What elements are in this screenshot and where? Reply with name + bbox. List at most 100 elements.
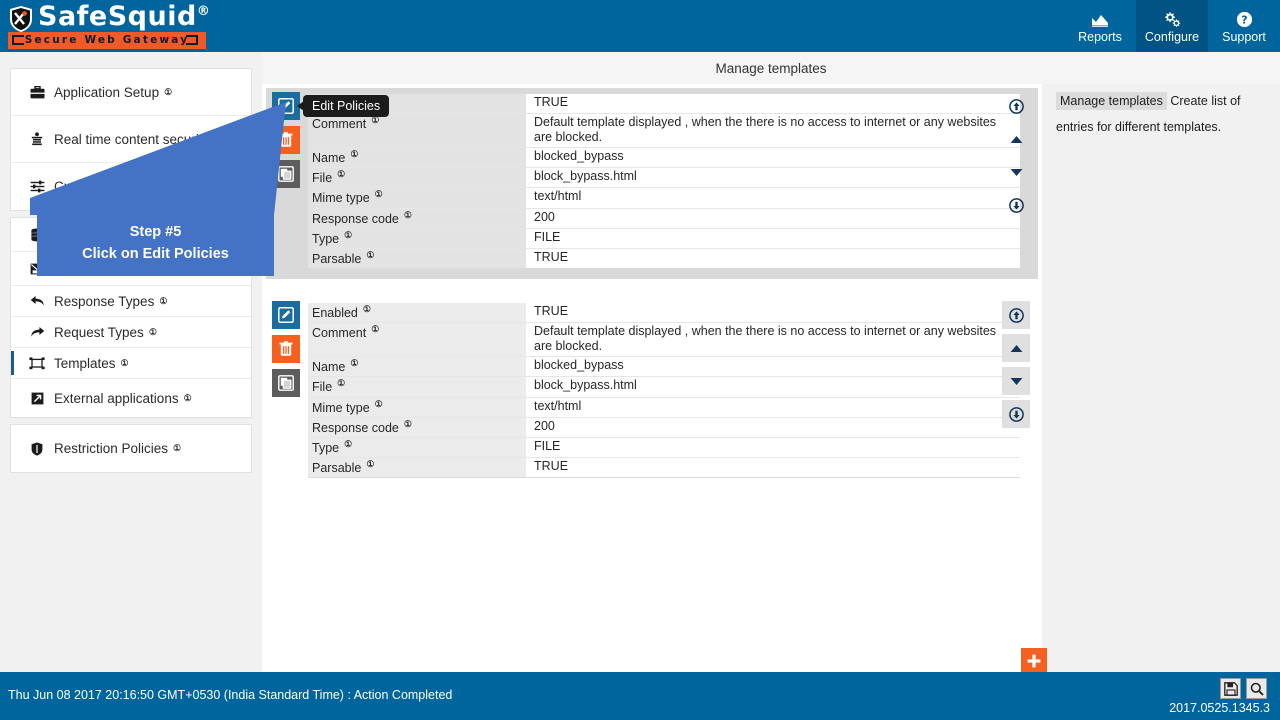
move-up-button[interactable] xyxy=(1002,334,1030,363)
field-row: Comment ① Default template displayed , wh… xyxy=(308,323,1020,358)
callout-instruction: Click on Edit Policies xyxy=(82,245,229,262)
move-to-bottom-button[interactable] xyxy=(1002,191,1030,219)
sidebar-item-request-types[interactable]: Request Types ① xyxy=(11,317,251,348)
nav-item-reports[interactable]: Reports xyxy=(1064,0,1136,52)
field-row: File ① block_bypass.html xyxy=(308,168,1020,189)
field-key: Response code ① xyxy=(308,208,526,228)
top-bar: SafeSquid® Secure Web Gateway Reports Co… xyxy=(0,0,1280,52)
arrow-back-icon xyxy=(27,295,47,307)
footer-bar: Thu Jun 08 2017 20:16:50 GMT+0530 (India… xyxy=(0,672,1280,720)
info-superscript[interactable]: ① xyxy=(149,327,157,338)
templates-icon xyxy=(27,356,47,370)
info-superscript[interactable]: ① xyxy=(164,87,172,98)
sidebar-item-restriction-policies[interactable]: Restriction Policies ① xyxy=(11,425,251,472)
field-key: Name ① xyxy=(308,357,526,377)
info-superscript[interactable]: ① xyxy=(366,459,374,469)
move-to-bottom-button[interactable] xyxy=(1002,400,1030,429)
field-row: File ① block_bypass.html xyxy=(308,377,1020,398)
info-superscript[interactable]: ① xyxy=(344,230,352,240)
info-superscript[interactable]: ① xyxy=(344,439,352,449)
move-to-top-button[interactable] xyxy=(1002,92,1030,120)
info-superscript[interactable]: ① xyxy=(173,443,181,454)
field-row: Enabled① TRUE xyxy=(308,94,1020,115)
record-row: Enabled① TRUE Comment① Default template … xyxy=(266,297,1038,488)
briefcase-icon xyxy=(27,85,47,99)
field-row: Response code ① 200 xyxy=(308,208,1020,229)
footer-icon-group xyxy=(1220,678,1267,699)
nav-label-configure: Configure xyxy=(1144,30,1200,44)
sidebar-item-response-types[interactable]: Response Types ① xyxy=(11,286,251,317)
info-superscript[interactable]: ① xyxy=(159,296,167,307)
field-row: Mime type ① text/html xyxy=(308,188,1020,209)
add-entry-button[interactable] xyxy=(1021,648,1047,674)
band-cap-left xyxy=(12,35,24,45)
sidebar-item-templates[interactable]: Templates ① xyxy=(11,348,251,379)
nav-item-configure[interactable]: Configure xyxy=(1136,0,1208,52)
info-superscript[interactable]: ① xyxy=(371,324,379,334)
info-superscript[interactable]: ① xyxy=(375,399,383,409)
registered-mark: ® xyxy=(196,4,211,19)
field-value: TRUE xyxy=(526,94,1020,114)
move-down-button[interactable] xyxy=(1002,367,1030,396)
status-message: Thu Jun 08 2017 20:16:50 GMT+0530 (India… xyxy=(8,688,453,702)
field-key: File ① xyxy=(308,377,526,397)
info-superscript[interactable]: ① xyxy=(363,304,371,314)
field-value: text/html xyxy=(526,188,1020,208)
plus-icon xyxy=(1027,654,1041,668)
nav-item-support[interactable]: ? Support xyxy=(1208,0,1280,52)
info-superscript[interactable]: ① xyxy=(404,210,412,220)
info-superscript[interactable]: ① xyxy=(404,419,412,429)
info-superscript[interactable]: ① xyxy=(350,358,358,368)
info-superscript[interactable]: ① xyxy=(350,149,358,159)
field-key: Comment ① xyxy=(308,323,526,357)
brand-logo[interactable]: SafeSquid® Secure Web Gateway xyxy=(4,0,211,52)
field-row: Comment ① Default template displayed , wh… xyxy=(308,114,1020,149)
help-keyword: Manage templates xyxy=(1056,92,1167,110)
search-icon[interactable] xyxy=(1246,678,1267,699)
record-order-buttons xyxy=(1002,301,1032,433)
info-superscript[interactable]: ① xyxy=(184,393,192,404)
info-superscript[interactable]: ① xyxy=(121,358,129,369)
info-superscript[interactable]: ① xyxy=(337,169,345,179)
field-row: Parsable ① TRUE xyxy=(308,458,1020,479)
field-value: block_bypass.html xyxy=(526,168,1020,188)
field-value: 200 xyxy=(526,208,1020,228)
move-up-button[interactable] xyxy=(1002,125,1030,153)
save-icon[interactable] xyxy=(1220,678,1241,699)
sidebar-label-restriction-policies: Restriction Policies xyxy=(54,441,169,456)
sidebar-label-templates: Templates xyxy=(54,355,116,371)
field-row: Enabled① TRUE xyxy=(308,303,1020,324)
external-app-icon xyxy=(27,392,47,405)
field-key: File ① xyxy=(308,168,526,188)
field-value: 200 xyxy=(526,417,1020,437)
edit-policies-button[interactable] xyxy=(272,301,300,330)
field-value: TRUE xyxy=(526,458,1020,478)
sidebar-group-3: Restriction Policies ① xyxy=(10,424,252,473)
question-circle-icon: ? xyxy=(1236,10,1253,29)
info-superscript[interactable]: ① xyxy=(337,378,345,388)
record-order-buttons xyxy=(1002,92,1032,224)
page-title-bar: Manage templates xyxy=(262,52,1280,84)
band-cap-right xyxy=(186,35,198,45)
callout-step-label: Step #5 xyxy=(129,223,182,240)
field-value: FILE xyxy=(526,228,1020,248)
move-to-top-button[interactable] xyxy=(1002,301,1030,330)
field-value: FILE xyxy=(526,437,1020,458)
field-value: Default template displayed , when the th… xyxy=(526,114,1020,148)
info-superscript[interactable]: ① xyxy=(375,189,383,199)
field-value: block_bypass.html xyxy=(526,377,1020,397)
record-action-buttons xyxy=(272,301,302,403)
field-row: Name ① blocked_bypass xyxy=(308,148,1020,169)
info-superscript[interactable]: ① xyxy=(366,250,374,260)
copy-button[interactable] xyxy=(272,369,300,398)
field-key: Name ① xyxy=(308,148,526,168)
sidebar-label-response-types: Response Types xyxy=(54,293,155,309)
delete-button[interactable] xyxy=(272,335,300,364)
sidebar-item-external-applications[interactable]: External applications ① xyxy=(11,379,251,417)
field-key: Mime type ① xyxy=(308,188,526,208)
records-list: Enabled① TRUE Comment① Default template … xyxy=(266,88,1038,506)
main-nav: Reports Configure ? Support xyxy=(1064,0,1280,52)
move-down-button[interactable] xyxy=(1002,158,1030,186)
step-callout: Step #5 Click on Edit Policies xyxy=(37,209,274,276)
sidebar-label-external-applications: External applications xyxy=(54,390,179,406)
